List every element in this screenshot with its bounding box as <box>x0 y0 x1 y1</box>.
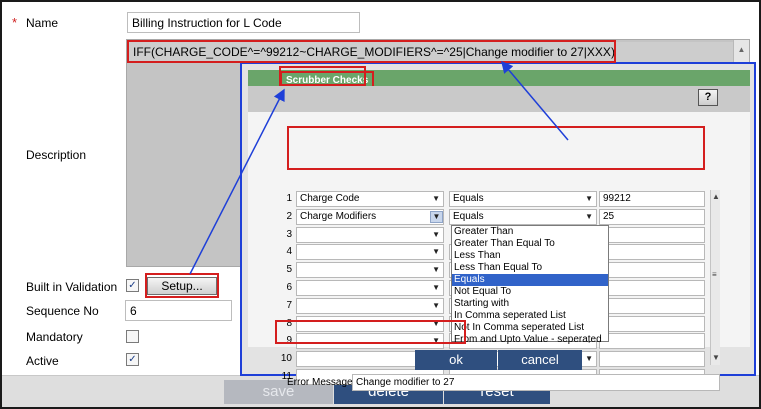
arrow-rows-to-description <box>501 60 569 141</box>
annotation-arrows <box>189 60 569 275</box>
arrow-setup-to-dialog <box>189 88 285 275</box>
billing-instruction-window: * Name IFF(CHARGE_CODE^=^99212~CHARGE_MO… <box>0 0 761 409</box>
